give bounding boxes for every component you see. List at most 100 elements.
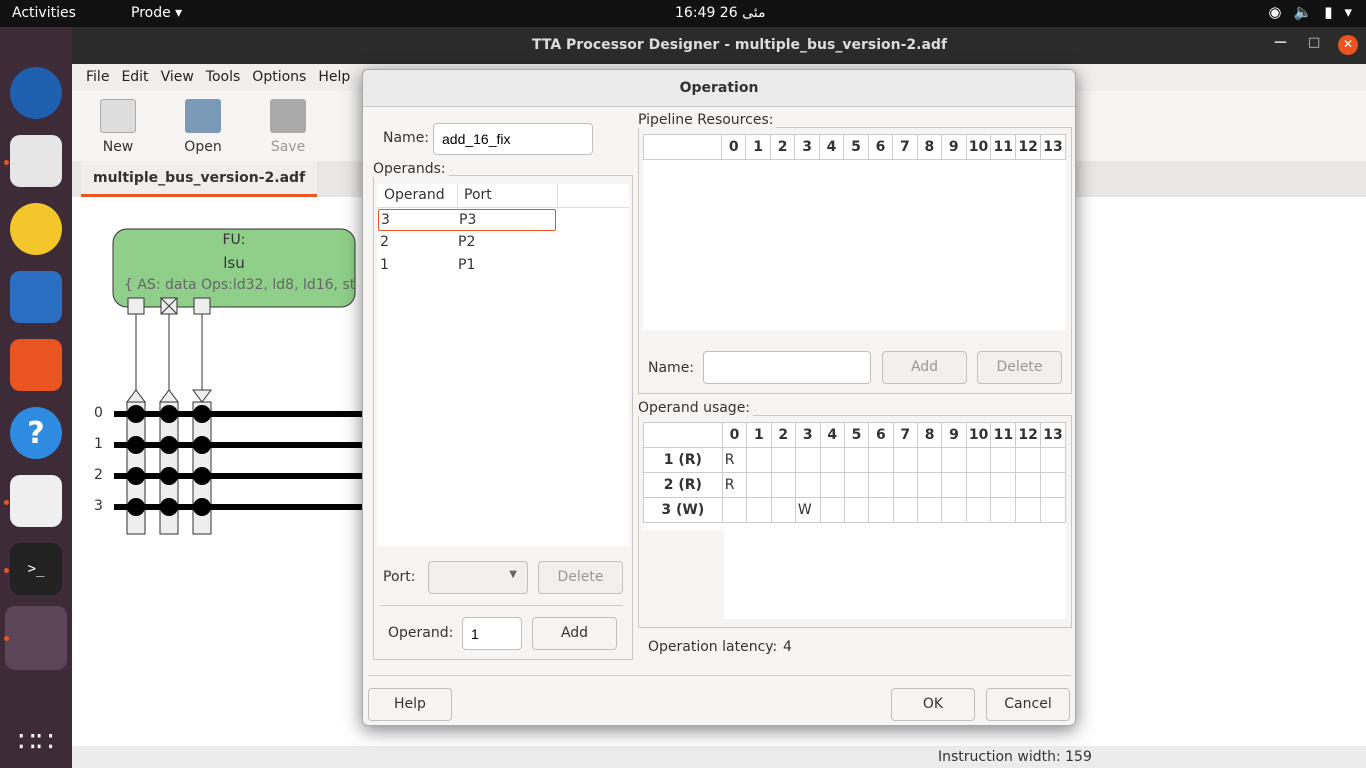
- usage-column-header[interactable]: 2: [770, 422, 796, 448]
- usage-cell[interactable]: [990, 447, 1017, 473]
- thunderbird-icon[interactable]: [10, 67, 62, 119]
- terminal-icon[interactable]: >_: [10, 543, 62, 595]
- usage-cell[interactable]: R: [721, 447, 748, 473]
- usage-cell[interactable]: [1015, 447, 1042, 473]
- add-resource-button[interactable]: Add: [882, 351, 967, 384]
- document-viewer-icon[interactable]: [10, 475, 62, 527]
- menu-options[interactable]: Options: [246, 64, 312, 91]
- usage-cell[interactable]: [892, 447, 918, 473]
- pipeline-column-header[interactable]: 7: [892, 134, 918, 160]
- usage-cell[interactable]: [1040, 472, 1066, 498]
- usage-cell[interactable]: [916, 472, 943, 498]
- activities-button[interactable]: Activities: [12, 5, 76, 21]
- pipeline-column-header[interactable]: 8: [916, 134, 943, 160]
- show-apps-icon[interactable]: ∷∷: [10, 715, 62, 767]
- menu-tools[interactable]: Tools: [200, 64, 247, 91]
- app-menu[interactable]: Prode ▾: [131, 5, 182, 21]
- save-button[interactable]: Save: [253, 99, 323, 155]
- usage-cell[interactable]: [843, 447, 870, 473]
- pipeline-resources-grid[interactable]: 0 1 2 3 4 5 6 7 8 9 10 11 12 13: [643, 134, 1066, 330]
- pipeline-column-header[interactable]: 2: [769, 134, 796, 160]
- port-select[interactable]: ▼: [428, 561, 528, 594]
- system-tray[interactable]: ◉ 🔈 ▮ ▾: [1268, 3, 1352, 21]
- usage-cell[interactable]: [868, 472, 894, 498]
- usage-cell[interactable]: [965, 497, 992, 523]
- operand-input[interactable]: [462, 617, 522, 650]
- usage-cell[interactable]: [819, 447, 845, 473]
- pipeline-column-header[interactable]: 1: [745, 134, 771, 160]
- maximize-icon[interactable]: □: [1308, 35, 1320, 50]
- close-icon[interactable]: ✕: [1338, 35, 1358, 55]
- impress-icon[interactable]: [10, 271, 62, 323]
- usage-cell[interactable]: [794, 447, 821, 473]
- resource-name-input[interactable]: [703, 351, 871, 384]
- pipeline-column-header[interactable]: 10: [965, 134, 992, 160]
- usage-column-header[interactable]: 4: [819, 422, 845, 448]
- new-button[interactable]: New: [83, 99, 153, 155]
- usage-cell[interactable]: [819, 472, 845, 498]
- port-socket[interactable]: [127, 297, 145, 315]
- pipeline-column-header[interactable]: 9: [941, 134, 967, 160]
- usage-cell[interactable]: [868, 497, 894, 523]
- usage-cell[interactable]: W: [794, 497, 821, 523]
- usage-column-header[interactable]: 1: [746, 422, 772, 448]
- usage-cell[interactable]: [1015, 472, 1042, 498]
- usage-cell[interactable]: [746, 447, 772, 473]
- usage-cell[interactable]: [941, 447, 967, 473]
- usage-cell[interactable]: R: [721, 472, 748, 498]
- usage-cell[interactable]: [770, 497, 796, 523]
- buses[interactable]: [114, 411, 372, 510]
- usage-cell[interactable]: [892, 472, 918, 498]
- usage-cell[interactable]: [916, 497, 943, 523]
- pipeline-column-header[interactable]: 12: [1015, 134, 1042, 160]
- help-icon[interactable]: ?: [10, 407, 62, 459]
- name-input[interactable]: [433, 123, 593, 155]
- column-operand[interactable]: Operand: [384, 187, 445, 203]
- usage-column-header[interactable]: 8: [916, 422, 943, 448]
- usage-column-header[interactable]: 6: [868, 422, 894, 448]
- tab-document[interactable]: multiple_bus_version-2.adf: [81, 161, 318, 197]
- usage-cell[interactable]: [990, 472, 1017, 498]
- column-port[interactable]: Port: [464, 187, 492, 203]
- operand-row[interactable]: 2 P2: [377, 232, 555, 254]
- app-center-icon[interactable]: [10, 339, 62, 391]
- usage-cell[interactable]: [770, 447, 796, 473]
- cancel-button[interactable]: Cancel: [986, 688, 1070, 721]
- port-socket[interactable]: [193, 297, 211, 315]
- pipeline-column-header[interactable]: 4: [818, 134, 845, 160]
- pipeline-column-header[interactable]: 11: [990, 134, 1017, 160]
- ok-button[interactable]: OK: [891, 688, 975, 721]
- usage-column-header[interactable]: 13: [1040, 422, 1066, 448]
- usage-cell[interactable]: [892, 497, 918, 523]
- usage-cell[interactable]: [1040, 447, 1066, 473]
- usage-column-header[interactable]: 7: [892, 422, 918, 448]
- usage-cell[interactable]: [916, 447, 943, 473]
- add-operand-button[interactable]: Add: [532, 617, 617, 650]
- pipeline-column-header[interactable]: 6: [867, 134, 894, 160]
- usage-column-header[interactable]: 11: [990, 422, 1017, 448]
- menu-help[interactable]: Help: [312, 64, 356, 91]
- help-button[interactable]: Help: [368, 688, 452, 721]
- usage-cell[interactable]: [965, 472, 992, 498]
- active-app-icon[interactable]: [5, 606, 67, 670]
- usage-cell[interactable]: [746, 497, 772, 523]
- usage-column-header[interactable]: 10: [965, 422, 992, 448]
- usage-column-header[interactable]: 3: [794, 422, 821, 448]
- usage-cell[interactable]: [770, 472, 796, 498]
- delete-resource-button[interactable]: Delete: [977, 351, 1062, 384]
- usage-cell[interactable]: [721, 497, 748, 523]
- delete-operand-button[interactable]: Delete: [538, 561, 623, 594]
- usage-column-header[interactable]: 9: [941, 422, 967, 448]
- operand-row[interactable]: 1 P1: [377, 255, 555, 277]
- pipeline-column-header[interactable]: 0: [720, 134, 747, 160]
- usage-cell[interactable]: [941, 497, 967, 523]
- operand-usage-grid[interactable]: 0 1 2 3 4 5 6 7 8 9 10 11 12 13 1 (R) R 2 (R) R 3 (W) W: [643, 422, 1066, 619]
- usage-cell[interactable]: [990, 497, 1017, 523]
- usage-column-header[interactable]: 5: [843, 422, 870, 448]
- menu-view[interactable]: View: [155, 64, 200, 91]
- usage-cell[interactable]: [794, 472, 821, 498]
- usage-column-header[interactable]: 0: [721, 422, 748, 448]
- usage-cell[interactable]: [819, 497, 845, 523]
- menu-edit[interactable]: Edit: [115, 64, 154, 91]
- usage-cell[interactable]: [1040, 497, 1066, 523]
